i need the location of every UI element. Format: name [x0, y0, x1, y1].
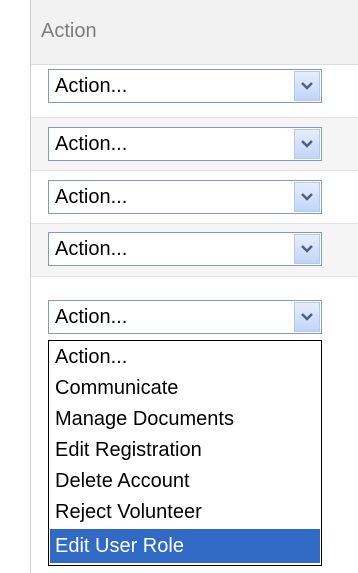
dropdown-button[interactable]: [294, 182, 320, 212]
chevron-down-icon: [301, 245, 313, 253]
dropdown-option-action[interactable]: Action...: [50, 342, 320, 373]
chevron-down-icon: [301, 140, 313, 148]
column-header-action: Action: [41, 20, 97, 42]
action-select-value: Action...: [55, 75, 128, 97]
dropdown-option-edit-user-role[interactable]: Edit User Role: [50, 529, 320, 563]
chevron-down-icon: [301, 313, 313, 321]
action-select-open[interactable]: Action...: [48, 300, 322, 334]
table-row: Action...: [31, 171, 358, 224]
dropdown-button[interactable]: [294, 302, 320, 332]
dropdown-option-communicate[interactable]: Communicate: [50, 373, 320, 404]
action-select-value: Action...: [55, 186, 128, 208]
dropdown-button[interactable]: [294, 71, 320, 101]
dropdown-button[interactable]: [294, 129, 320, 159]
chevron-down-icon: [301, 193, 313, 201]
action-select[interactable]: Action...: [48, 69, 322, 103]
action-select[interactable]: Action...: [48, 232, 322, 266]
action-select[interactable]: Action...: [48, 180, 322, 214]
table-row: Action...: [31, 118, 358, 171]
table-row: Action...: [31, 65, 358, 118]
action-dropdown-list: Action... Communicate Manage Documents E…: [48, 340, 322, 566]
table-header: Action: [31, 0, 358, 65]
action-column-panel: Action Action... Action... Action... Act…: [0, 0, 358, 573]
chevron-down-icon: [301, 82, 313, 90]
dropdown-option-manage-documents[interactable]: Manage Documents: [50, 404, 320, 435]
dropdown-button[interactable]: [294, 234, 320, 264]
action-select-value: Action...: [55, 238, 128, 260]
action-select-value: Action...: [55, 306, 128, 328]
table-row: Action...: [31, 224, 358, 277]
dropdown-option-delete-account[interactable]: Delete Account: [50, 466, 320, 497]
dropdown-option-reject-volunteer[interactable]: Reject Volunteer: [50, 497, 320, 528]
dropdown-option-edit-registration[interactable]: Edit Registration: [50, 435, 320, 466]
action-select-value: Action...: [55, 133, 128, 155]
action-select[interactable]: Action...: [48, 127, 322, 161]
